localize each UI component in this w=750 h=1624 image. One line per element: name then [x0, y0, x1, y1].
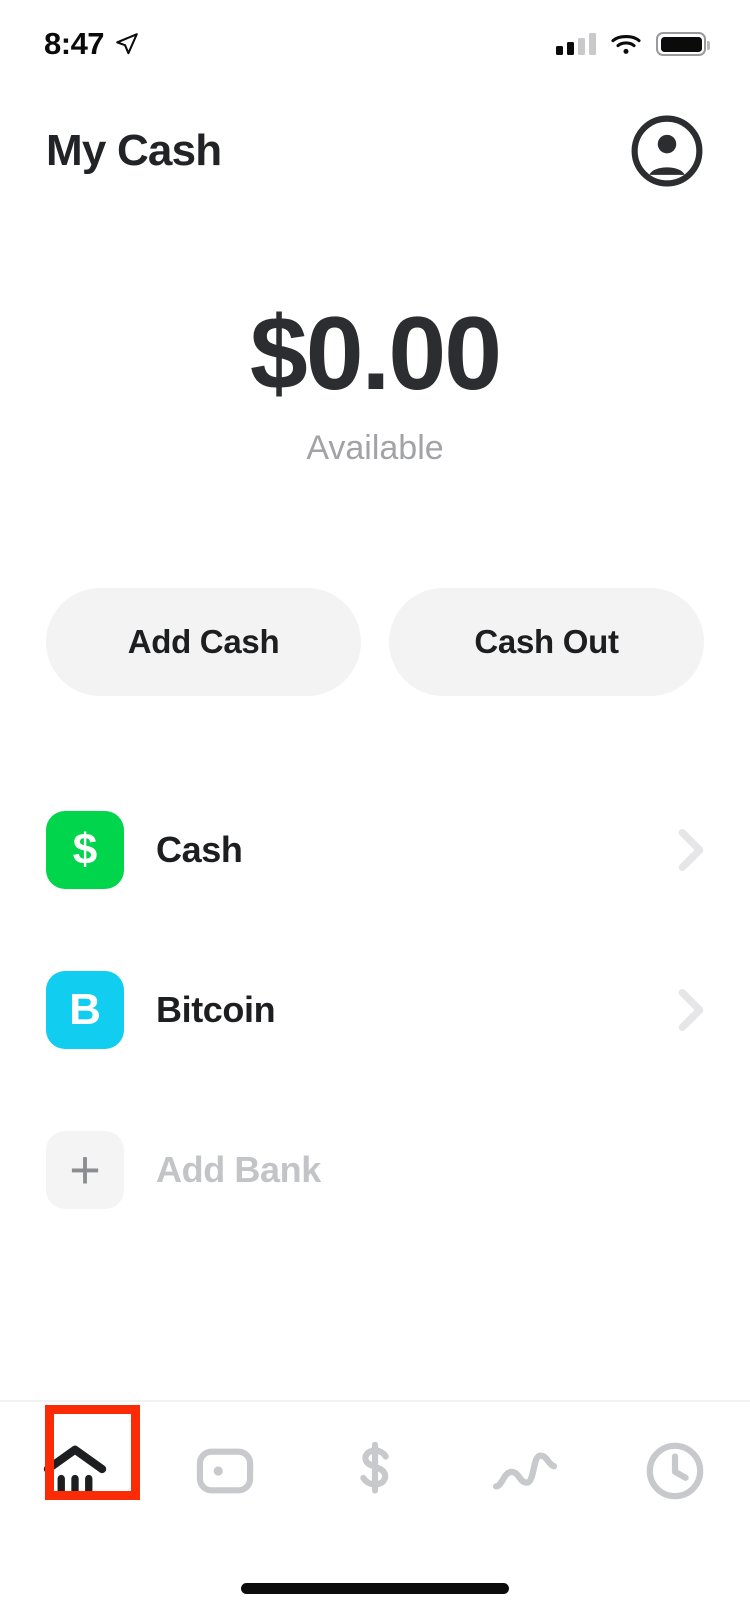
cellular-signal-icon [556, 33, 596, 55]
add-cash-button[interactable]: Add Cash [46, 588, 361, 696]
chevron-right-icon [678, 828, 704, 872]
page-title: My Cash [46, 126, 222, 175]
cash-dollar-icon: $ [46, 811, 124, 889]
action-buttons: Add Cash Cash Out [46, 588, 704, 696]
account-label-cash: Cash [156, 829, 243, 870]
chevron-right-icon [678, 988, 704, 1032]
dollar-icon [360, 1441, 389, 1494]
wifi-icon [611, 35, 641, 54]
status-time-group: 8:47 [44, 26, 140, 62]
bitcoin-icon-glyph: B [69, 985, 101, 1034]
account-row-bitcoin[interactable]: B Bitcoin [46, 930, 704, 1090]
tab-activity[interactable] [600, 1402, 750, 1540]
cash-icon-glyph: $ [72, 825, 98, 874]
home-indicator [241, 1583, 509, 1594]
squiggle-icon [492, 1452, 558, 1490]
status-bar: 8:47 [0, 0, 750, 88]
account-row-add-bank[interactable]: + Add Bank [46, 1090, 704, 1250]
account-label-bitcoin: Bitcoin [156, 989, 276, 1030]
cash-out-button[interactable]: Cash Out [389, 588, 704, 696]
page-header: My Cash [0, 105, 750, 197]
bottom-tab-bar [0, 1400, 750, 1540]
balance-section: $0.00 Available [0, 296, 750, 468]
account-row-cash[interactable]: $ Cash [46, 770, 704, 930]
balance-amount: $0.00 [249, 296, 502, 412]
tab-investing[interactable] [450, 1402, 600, 1540]
plus-icon-glyph: + [69, 1140, 101, 1200]
status-time: 8:47 [44, 26, 105, 61]
clock-icon [646, 1442, 704, 1500]
battery-icon [656, 32, 710, 56]
balance-label: Available [306, 429, 444, 468]
tab-card[interactable] [150, 1402, 300, 1540]
status-indicators [556, 32, 710, 56]
profile-avatar-icon[interactable] [630, 114, 704, 188]
tab-banking[interactable] [0, 1402, 150, 1540]
tab-payments[interactable] [300, 1402, 450, 1540]
bitcoin-icon: B [46, 971, 124, 1049]
location-arrow-icon [116, 33, 138, 55]
accounts-list: $ Cash B Bitcoin + Add Bank [46, 770, 704, 1250]
bank-icon [43, 1445, 107, 1497]
app-screen: 8:47 My Cash $0.00 Available Add Cash Ca… [0, 0, 750, 1624]
card-icon [196, 1448, 254, 1494]
account-label-add-bank: Add Bank [156, 1149, 321, 1190]
plus-icon: + [46, 1131, 124, 1209]
